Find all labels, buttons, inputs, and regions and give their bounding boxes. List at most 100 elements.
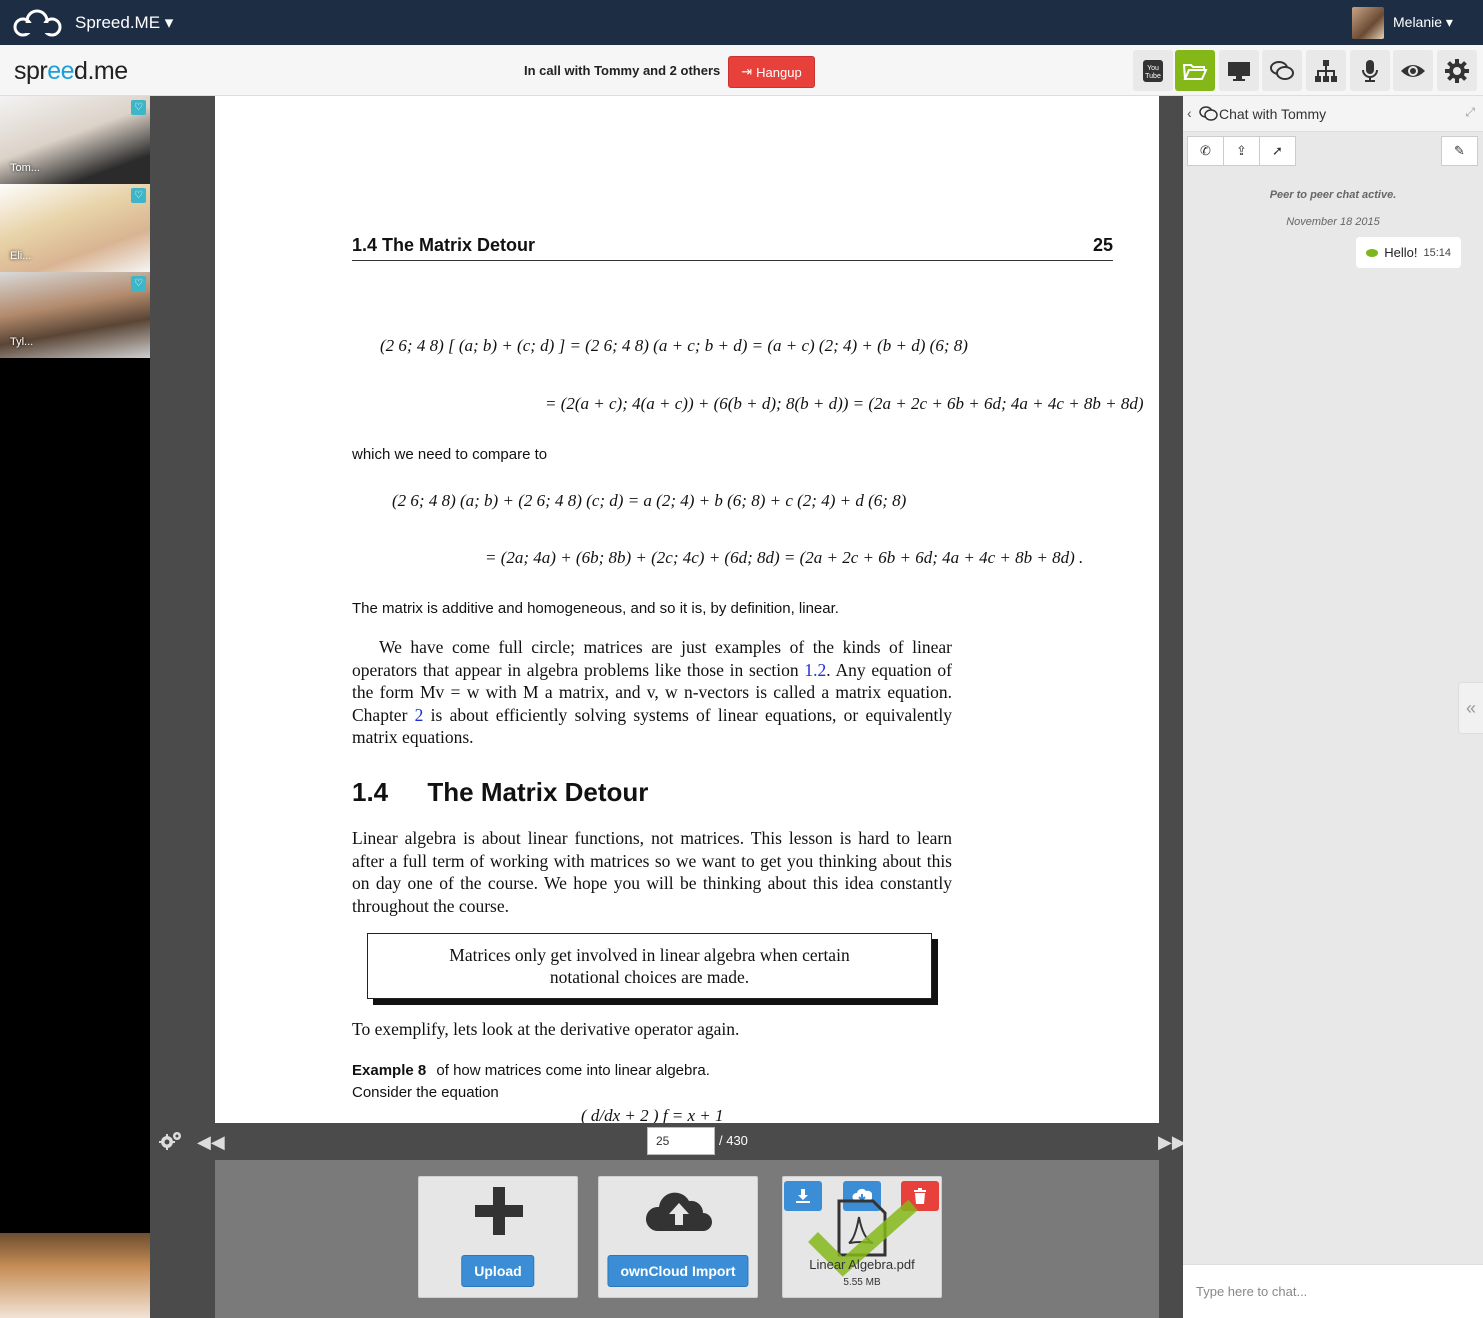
self-video[interactable] (0, 1233, 150, 1318)
logo-part: ee (47, 57, 75, 85)
upload-button[interactable]: Upload (461, 1255, 535, 1287)
text-line: The matrix is additive and homogeneous, … (352, 600, 839, 617)
screenshare-button[interactable] (1219, 50, 1259, 91)
message-time: 15:14 (1423, 246, 1451, 259)
call-button[interactable]: ✆ (1187, 136, 1224, 166)
running-title: 1.4 The Matrix Detour (352, 235, 536, 255)
equation: (2 6; 4 8) [ (a; b) + (c; d) ] = (2 6; 4… (380, 336, 968, 355)
share-file-button[interactable]: ⇪ (1223, 136, 1260, 166)
participant-name: Tom... (10, 162, 40, 174)
chevron-down-icon: ▾ (164, 13, 174, 32)
svg-text:Tube: Tube (1145, 73, 1161, 80)
example-text: of how matrices come into linear algebra… (436, 1062, 710, 1079)
equation: = (2a; 4a) + (6b; 8b) + (2c; 4c) + (6d; … (485, 548, 1084, 567)
exit-icon: ⇥ (741, 64, 753, 79)
settings-button[interactable] (1437, 50, 1477, 91)
chat-icon (1270, 60, 1294, 80)
section-number: 1.4 (352, 777, 389, 807)
chat-button[interactable] (1262, 50, 1302, 91)
example-label: Example 8 (352, 1062, 427, 1079)
call-toolbar: spreed.me In call with Tommy and 2 other… (0, 45, 1483, 96)
presentation-button[interactable] (1306, 50, 1346, 91)
phone-icon: ✆ (1200, 143, 1211, 158)
call-status: In call with Tommy and 2 others (524, 63, 721, 78)
example-line: Example 8 of how matrices come into line… (352, 1062, 710, 1079)
equation: (2 6; 4 8) (a; b) + (2 6; 4 8) (c; d) = … (392, 491, 907, 510)
chat-date: November 18 2015 (1286, 216, 1380, 228)
cloud-upload-icon (645, 1192, 712, 1231)
section-title: The Matrix Detour (427, 777, 649, 807)
app-name: Spreed.ME (75, 13, 161, 32)
plus-icon (475, 1187, 523, 1235)
chat-input[interactable]: Type here to chat... (1183, 1264, 1483, 1318)
p2p-notice: Peer to peer chat active. (1269, 189, 1397, 201)
next-page-icon[interactable]: ▶▶ (1158, 1132, 1186, 1153)
cloud-icon[interactable] (12, 8, 64, 38)
youtube-icon: YouTube (1143, 59, 1163, 82)
heart-icon: ♡ (131, 276, 146, 291)
participant-name: Tyl... (10, 336, 34, 348)
screen-icon (1228, 61, 1250, 81)
equation: ( d/dx + 2 ) f = x + 1 (581, 1106, 724, 1123)
double-chevron-left-icon[interactable]: « (1458, 682, 1483, 734)
chat-header: ‹ Chat with Tommy ⤢ (1183, 96, 1483, 132)
boxed-text: Matrices only get involved in linear alg… (449, 945, 850, 987)
participant-video[interactable]: ♡ Tom... (0, 96, 150, 184)
previous-page-icon[interactable]: ◀◀ (197, 1132, 225, 1153)
message-text: Hello! (1384, 245, 1418, 260)
microphone-icon (1362, 59, 1378, 82)
owncloud-import-button[interactable]: ownCloud Import (607, 1255, 749, 1287)
paragraph: We have come full circle; matrices are j… (352, 636, 952, 749)
chat-bubbles-icon (1199, 106, 1218, 121)
hangup-label: Hangup (756, 64, 802, 80)
folder-open-icon (1182, 63, 1208, 80)
youtube-button[interactable]: You Tube (1133, 50, 1173, 91)
participant-name: Eli... (10, 250, 32, 262)
participant-video[interactable]: ♡ Eli... (0, 184, 150, 272)
participant-video[interactable]: ♡ Tyl... (0, 272, 150, 358)
upload-card[interactable]: Upload (418, 1176, 578, 1298)
text-span: is about efficiently solving systems of … (352, 704, 952, 748)
text-line: Consider the equation (352, 1084, 499, 1101)
file-card[interactable]: Linear Algebra.pdf 5.55 MB (782, 1176, 942, 1298)
boxed-statement: Matrices only get involved in linear alg… (367, 933, 932, 999)
logo-part: spr (14, 57, 48, 85)
page-number-input[interactable]: 25 (647, 1127, 715, 1155)
microphone-button[interactable] (1350, 50, 1390, 91)
header-page-number: 25 (1092, 235, 1113, 255)
equation: = (2(a + c); 4(a + c)) + (6(b + d); 8(b … (545, 394, 1144, 413)
pdf-page[interactable]: 1.4 The Matrix Detour 25 (2 6; 4 8) [ (a… (215, 96, 1159, 1123)
file-name: Linear Algebra.pdf (809, 1257, 915, 1272)
expand-icon[interactable]: ⤢ (1465, 105, 1475, 120)
logo-part: d.me (74, 57, 128, 85)
chat-title: Chat with Tommy (1219, 106, 1327, 122)
paragraph: Linear algebra is about linear functions… (352, 828, 952, 916)
user-menu[interactable]: Melanie ▾ (1393, 14, 1453, 31)
section-link[interactable]: 1.2 (804, 660, 826, 680)
location-arrow-icon: ➚ (1272, 143, 1283, 158)
running-header: 1.4 The Matrix Detour 25 (352, 235, 1113, 261)
video-column: ♡ Tom... ♡ Eli... ♡ Tyl... (0, 96, 150, 1318)
chat-message: Hello! 15:14 (1356, 237, 1461, 268)
viewer-settings-icon[interactable] (158, 1130, 182, 1152)
user-avatar[interactable] (1352, 7, 1384, 39)
gear-icon (1445, 58, 1469, 83)
chat-panel: ‹ Chat with Tommy ⤢ ✆ ⇪ ➚ ✎ Peer to peer… (1183, 96, 1483, 1318)
paragraph: To exemplify, lets look at the derivativ… (352, 1019, 740, 1039)
spreedme-logo: spreed.me (14, 57, 128, 86)
eye-icon (1401, 64, 1425, 77)
heart-icon: ♡ (131, 100, 146, 115)
hangup-button[interactable]: ⇥ Hangup (728, 56, 815, 88)
camera-button[interactable] (1393, 50, 1433, 91)
clear-chat-button[interactable]: ✎ (1441, 136, 1478, 166)
app-name-menu[interactable]: Spreed.ME ▾ (75, 13, 173, 33)
share-location-button[interactable]: ➚ (1259, 136, 1296, 166)
upload-icon: ⇪ (1236, 143, 1247, 158)
eraser-icon: ✎ (1454, 143, 1465, 158)
heart-icon: ♡ (131, 188, 146, 203)
chevron-left-icon[interactable]: ‹ (1187, 105, 1192, 121)
owncloud-card[interactable]: ownCloud Import (598, 1176, 758, 1298)
text-line: which we need to compare to (352, 446, 548, 463)
file-sharing-button[interactable] (1175, 50, 1215, 91)
eye-icon (1366, 248, 1379, 257)
